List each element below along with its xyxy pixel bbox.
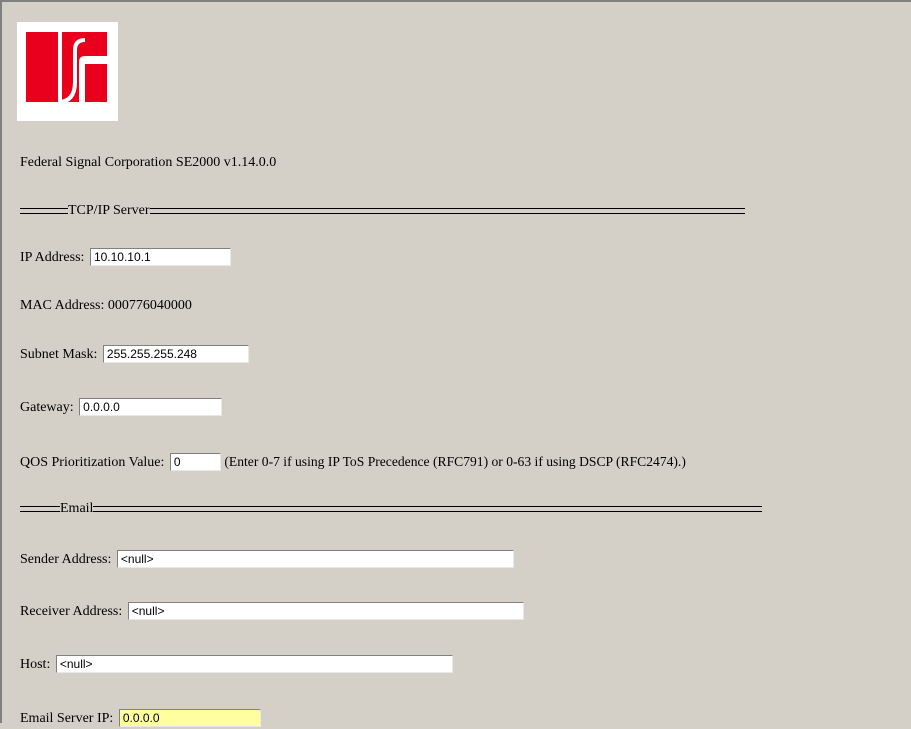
host-input[interactable] (55, 654, 453, 673)
gateway-label: Gateway: (20, 400, 74, 415)
sender-address-row: Sender Address: (20, 549, 514, 570)
sender-address-input[interactable] (116, 549, 514, 568)
mac-address-value: 000776040000 (107, 298, 192, 313)
subnet-mask-row: Subnet Mask: (20, 344, 249, 365)
ip-address-row: IP Address: (20, 247, 231, 268)
sender-address-label: Sender Address: (20, 552, 112, 567)
receiver-address-input[interactable] (127, 601, 524, 620)
email-server-ip-label: Email Server IP: (20, 711, 114, 726)
fs-logo (17, 22, 118, 121)
email-section-separator: Email (20, 499, 763, 519)
tcpip-section-separator: TCP/IP Server (20, 201, 745, 221)
email-section-title: Email (60, 501, 94, 516)
subnet-mask-input[interactable] (102, 344, 249, 363)
qos-label: QOS Prioritization Value: (20, 455, 165, 470)
separator-line-right (93, 506, 763, 512)
mac-address-label: MAC Address: (20, 298, 105, 313)
separator-line-right (149, 208, 745, 214)
product-title: Federal Signal Corporation SE2000 v1.14.… (20, 155, 277, 170)
subnet-mask-label: Subnet Mask: (20, 347, 98, 362)
ip-address-label: IP Address: (20, 250, 85, 265)
host-row: Host: (20, 654, 453, 675)
receiver-address-row: Receiver Address: (20, 601, 524, 622)
gateway-input[interactable] (79, 397, 223, 416)
tcpip-section-title: TCP/IP Server (68, 203, 150, 218)
qos-hint: (Enter 0-7 if using IP ToS Precedence (R… (224, 454, 686, 469)
email-server-ip-row: Email Server IP: (20, 708, 261, 729)
separator-line-left (20, 208, 68, 214)
qos-row: QOS Prioritization Value: (Enter 0-7 if … (20, 452, 686, 473)
mac-address-row: MAC Address: 000776040000 (20, 296, 192, 316)
gateway-row: Gateway: (20, 397, 223, 418)
email-server-ip-input[interactable] (118, 708, 261, 727)
receiver-address-label: Receiver Address: (20, 604, 123, 619)
host-label: Host: (20, 657, 51, 672)
ip-address-input[interactable] (89, 247, 231, 266)
separator-line-left (20, 506, 60, 512)
qos-input[interactable] (169, 452, 221, 471)
